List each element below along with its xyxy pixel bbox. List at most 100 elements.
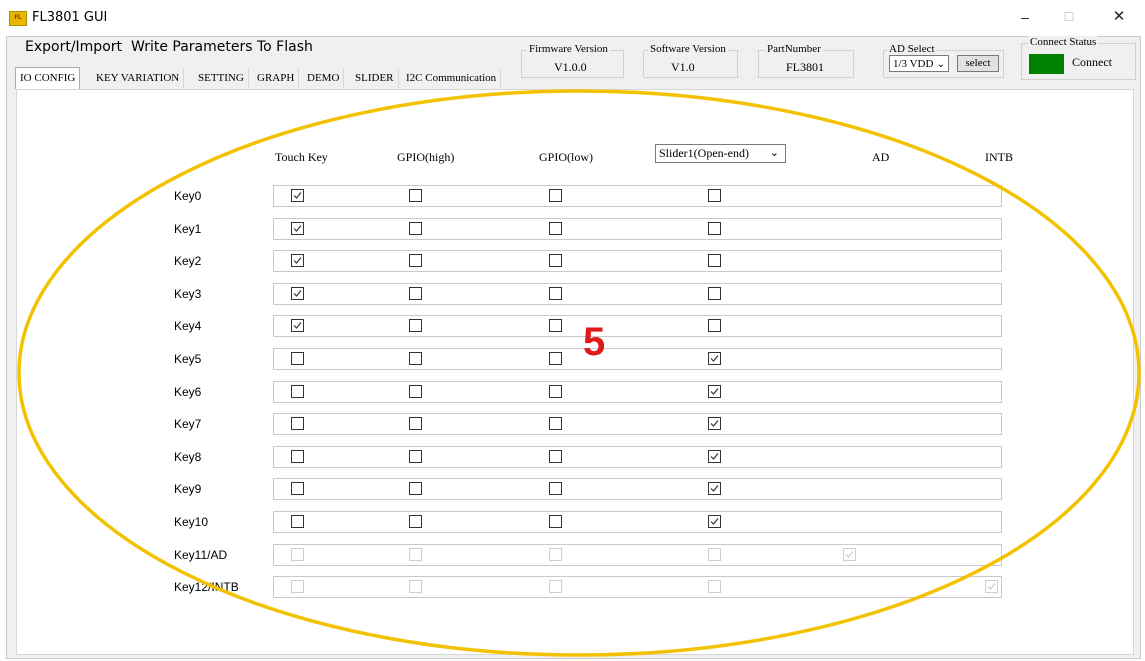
tab-graph[interactable]: GRAPH — [253, 69, 300, 88]
column-header-intb: INTB — [985, 150, 1013, 164]
checkbox-gpio-low[interactable] — [549, 417, 562, 430]
checkbox-gpio-high[interactable] — [409, 189, 422, 202]
checkbox-gpio-high[interactable] — [409, 417, 422, 430]
maximize-button[interactable]: ☐ — [1054, 6, 1084, 28]
tab-setting[interactable]: SETTING — [194, 69, 249, 88]
checkbox-touch[interactable] — [291, 450, 304, 463]
checkbox-slider[interactable] — [708, 254, 721, 267]
key-row — [273, 250, 1002, 272]
checkbox-gpio-low — [549, 548, 562, 561]
checkmark-icon — [845, 551, 854, 558]
checkbox-gpio-high[interactable] — [409, 319, 422, 332]
checkbox-gpio-low[interactable] — [549, 287, 562, 300]
checkmark-icon — [710, 355, 719, 362]
checkbox-gpio-high[interactable] — [409, 254, 422, 267]
checkmark-icon — [293, 225, 302, 232]
checkbox-touch[interactable] — [291, 482, 304, 495]
checkbox-gpio-high[interactable] — [409, 352, 422, 365]
checkbox-gpio-high[interactable] — [409, 385, 422, 398]
slider-mode-value: Slider1(Open-end) — [659, 146, 749, 160]
key-row — [273, 315, 1002, 337]
checkmark-icon — [293, 322, 302, 329]
checkbox-slider[interactable] — [708, 450, 721, 463]
checkbox-gpio-low[interactable] — [549, 482, 562, 495]
ad-select-dropdown[interactable]: 1/3 VDD ⌄ — [889, 55, 949, 72]
checkbox-gpio-high[interactable] — [409, 450, 422, 463]
checkmark-icon — [710, 388, 719, 395]
tab-io-config[interactable]: IO CONFIG — [15, 67, 81, 89]
checkbox-gpio-low[interactable] — [549, 189, 562, 202]
menu-export-import[interactable]: Export/Import — [25, 39, 122, 55]
annotation-number: 5 — [583, 320, 606, 364]
io-config-panel — [16, 89, 1134, 655]
checkmark-icon — [293, 290, 302, 297]
row-label-key5: Key5 — [174, 352, 202, 366]
menu-write-parameters[interactable]: Write Parameters To Flash — [131, 39, 313, 55]
key-row — [273, 446, 1002, 468]
row-label-key2: Key2 — [174, 254, 202, 268]
checkbox-touch[interactable] — [291, 189, 304, 202]
checkbox-touch[interactable] — [291, 222, 304, 235]
slider-mode-dropdown[interactable]: Slider1(Open-end) ⌄ — [655, 144, 786, 163]
checkbox-slider[interactable] — [708, 222, 721, 235]
ad-select-value: 1/3 VDD — [893, 58, 934, 70]
checkbox-gpio-low[interactable] — [549, 450, 562, 463]
row-label-key4: Key4 — [174, 319, 202, 333]
key-row — [273, 511, 1002, 533]
checkbox-gpio-low[interactable] — [549, 385, 562, 398]
checkbox-slider[interactable] — [708, 385, 721, 398]
checkbox-gpio-high[interactable] — [409, 287, 422, 300]
checkbox-touch — [291, 548, 304, 561]
checkbox-touch[interactable] — [291, 515, 304, 528]
close-button[interactable]: ✕ — [1104, 6, 1134, 28]
column-header-touch-key: Touch Key — [275, 150, 328, 164]
column-header-gpio-low: GPIO(low) — [539, 150, 593, 164]
key-row — [273, 576, 1002, 598]
checkbox-slider[interactable] — [708, 287, 721, 300]
checkbox-gpio-low[interactable] — [549, 352, 562, 365]
checkbox-gpio-low[interactable] — [549, 515, 562, 528]
checkbox-gpio-high[interactable] — [409, 222, 422, 235]
checkbox-touch[interactable] — [291, 417, 304, 430]
checkbox-touch[interactable] — [291, 385, 304, 398]
checkbox-gpio-low[interactable] — [549, 222, 562, 235]
ad-select-title: AD Select — [887, 43, 937, 55]
connect-status-title: Connect Status — [1028, 36, 1099, 48]
minimize-button[interactable]: – — [1010, 6, 1040, 28]
checkbox-slider[interactable] — [708, 319, 721, 332]
ad-select-button[interactable]: select — [957, 55, 999, 72]
checkmark-icon — [710, 485, 719, 492]
checkbox-touch[interactable] — [291, 319, 304, 332]
checkbox-touch[interactable] — [291, 352, 304, 365]
row-label-key3: Key3 — [174, 287, 202, 301]
checkbox-slider[interactable] — [708, 189, 721, 202]
key-row — [273, 544, 1002, 566]
checkbox-slider — [708, 548, 721, 561]
checkbox-gpio-high[interactable] — [409, 515, 422, 528]
tab-demo[interactable]: DEMO — [303, 69, 345, 88]
checkbox-touch[interactable] — [291, 254, 304, 267]
checkbox-slider[interactable] — [708, 352, 721, 365]
tab-slider[interactable]: SLIDER — [351, 69, 399, 88]
checkmark-icon — [710, 420, 719, 427]
connect-status-indicator — [1029, 54, 1064, 74]
firmware-version-value: V1.0.0 — [554, 60, 587, 74]
checkbox-slider[interactable] — [708, 515, 721, 528]
key-row — [273, 348, 1002, 370]
tab-key-variation[interactable]: KEY VARIATION — [92, 69, 185, 88]
row-label-key6: Key6 — [174, 385, 202, 399]
software-version-value: V1.0 — [671, 60, 695, 74]
checkbox-slider[interactable] — [708, 482, 721, 495]
checkbox-gpio-low[interactable] — [549, 319, 562, 332]
row-label-key9: Key9 — [174, 482, 202, 496]
checkbox-touch[interactable] — [291, 287, 304, 300]
key-row — [273, 413, 1002, 435]
tab-i2c-communication[interactable]: I2C Communication — [402, 69, 502, 88]
row-label-key12-intb: Key12/INTB — [174, 580, 239, 594]
checkbox-gpio-high[interactable] — [409, 482, 422, 495]
part-number-title: PartNumber — [765, 43, 823, 55]
checkbox-slider[interactable] — [708, 417, 721, 430]
column-header-ad: AD — [872, 150, 890, 164]
column-header-gpio-high: GPIO(high) — [397, 150, 455, 164]
checkbox-gpio-low[interactable] — [549, 254, 562, 267]
